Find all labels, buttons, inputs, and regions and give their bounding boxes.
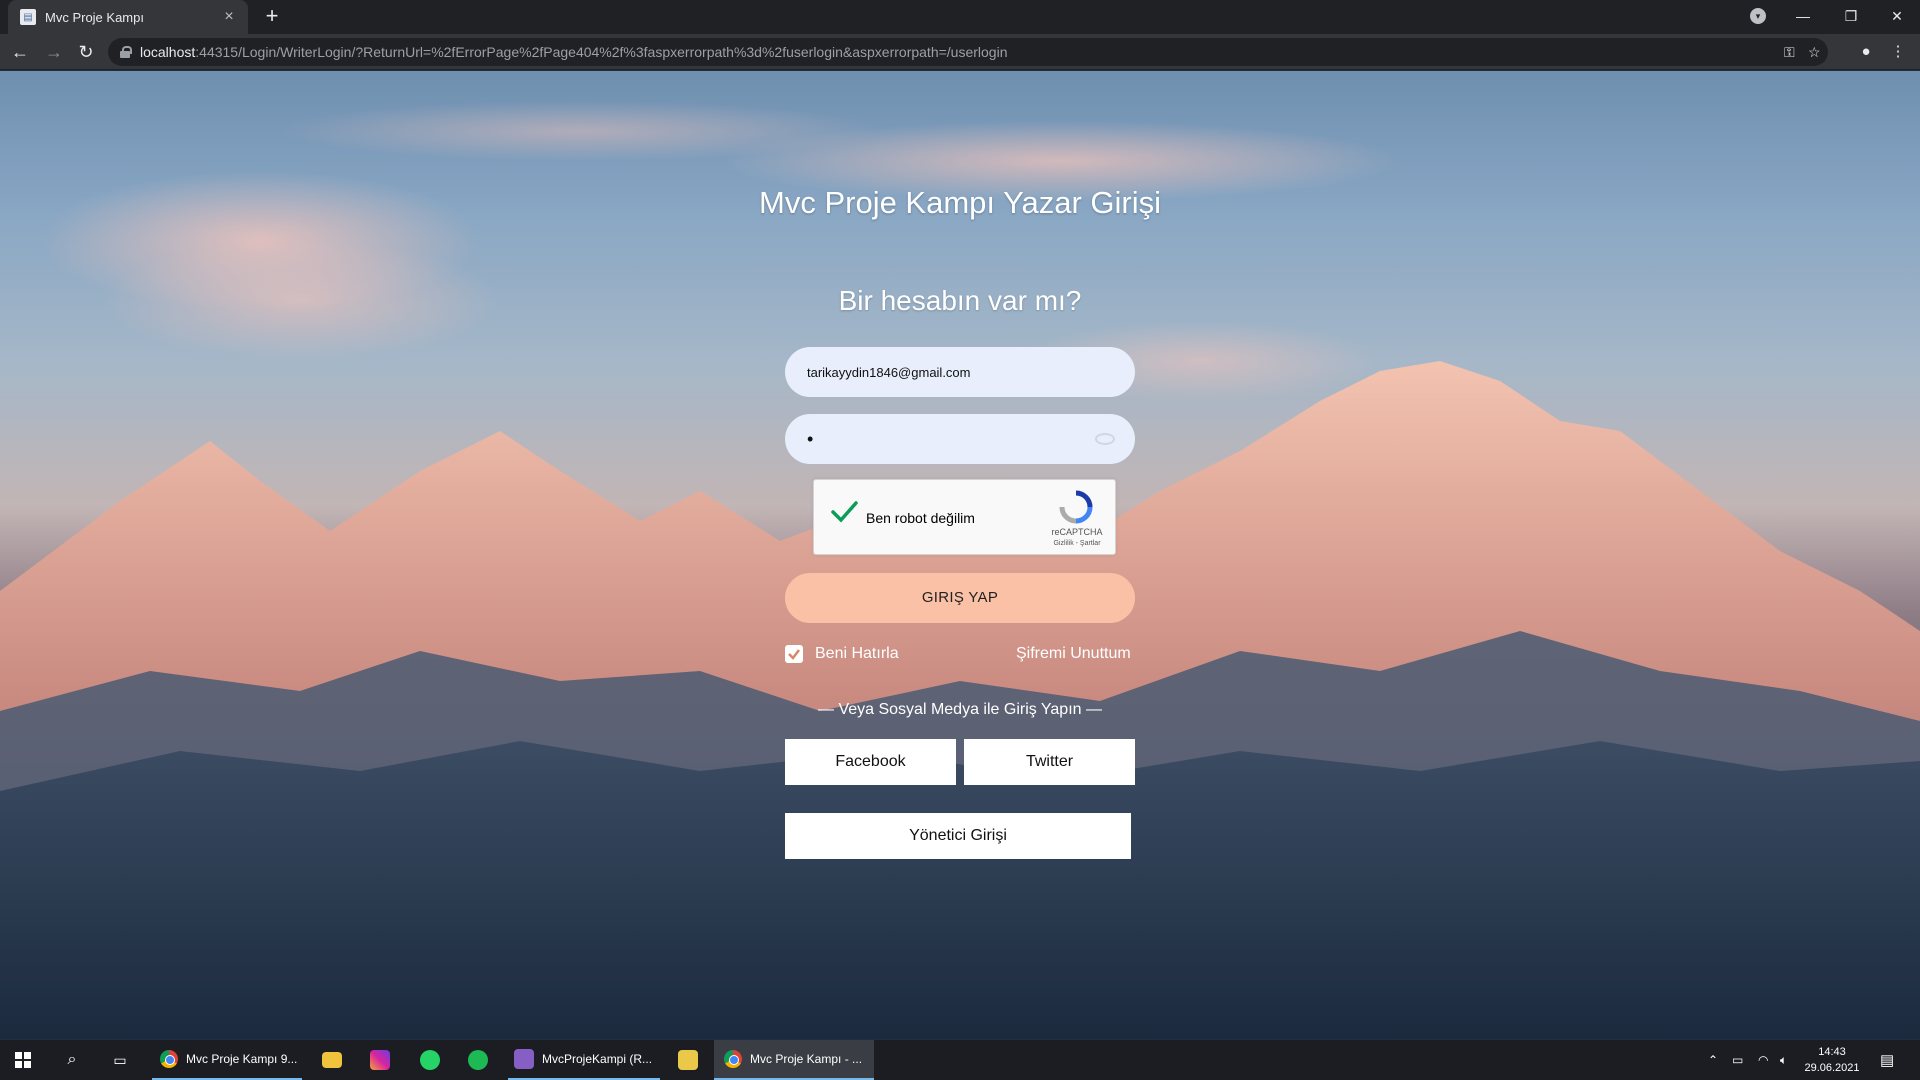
instagram-icon[interactable] <box>368 1040 392 1080</box>
password-field[interactable]: • <box>785 414 1135 464</box>
taskbar-clock[interactable]: 14:43 29.06.2021 <box>1796 1044 1868 1076</box>
remember-me-label: Beni Hatırla <box>815 645 899 662</box>
recaptcha-label: Ben robot değilim <box>866 510 975 526</box>
twitter-login-button[interactable]: Twitter <box>964 739 1135 785</box>
tray-chevron-icon[interactable]: ⌃ <box>1708 1040 1718 1080</box>
tab-title: Mvc Proje Kampı <box>45 9 144 25</box>
search-icon[interactable]: ⌕ <box>60 1040 84 1080</box>
key-icon[interactable]: ⚿ <box>1784 44 1795 61</box>
forward-icon[interactable]: → <box>42 40 66 64</box>
remember-me-checkbox[interactable] <box>785 645 803 663</box>
login-page: Mvc Proje Kampı Yazar Girişi Bir hesabın… <box>0 71 1920 1039</box>
profile-icon[interactable]: ● <box>1854 40 1878 64</box>
clock-date: 29.06.2021 <box>1804 1062 1860 1074</box>
battery-icon[interactable]: ▭ <box>1732 1040 1743 1080</box>
file-explorer-icon[interactable] <box>320 1040 344 1080</box>
social-login-divider: — Veya Sosyal Medya ile Giriş Yapın — <box>818 701 1102 718</box>
lock-icon <box>120 46 132 58</box>
browser-toolbar: ← → ↻ localhost:44315/Login/WriterLogin/… <box>0 34 1920 70</box>
password-value: • <box>807 429 814 449</box>
recaptcha-logo-icon <box>1059 490 1093 524</box>
taskbar-item-chrome-2[interactable]: Mvc Proje Kampı - ... <box>714 1040 874 1080</box>
taskbar-item-visual-studio[interactable]: MvcProjeKampi (R... <box>508 1040 660 1080</box>
recaptcha-brand: reCAPTCHA <box>1051 527 1103 537</box>
taskbar-item-label: Mvc Proje Kampı - ... <box>750 1052 863 1066</box>
volume-icon[interactable]: 🔈︎ <box>1780 1040 1787 1080</box>
wifi-icon[interactable]: ◠ <box>1758 1040 1768 1080</box>
show-password-eye-icon[interactable] <box>1095 433 1115 445</box>
tab-close-icon[interactable]: × <box>220 8 238 26</box>
windows-start-icon[interactable] <box>10 1040 36 1080</box>
recaptcha-widget[interactable]: Ben robot değilim reCAPTCHA Gizlilik - Ş… <box>813 479 1116 555</box>
email-value: tarikayydin1846@gmail.com <box>807 364 971 380</box>
app-icon[interactable] <box>676 1040 700 1080</box>
email-field[interactable]: tarikayydin1846@gmail.com <box>785 347 1135 397</box>
facebook-login-button[interactable]: Facebook <box>785 739 956 785</box>
taskbar-item-chrome-1[interactable]: Mvc Proje Kampı 9... <box>152 1040 302 1080</box>
minimize-icon[interactable]: — <box>1780 0 1826 34</box>
back-icon[interactable]: ← <box>8 40 32 64</box>
chrome-icon <box>160 1050 178 1068</box>
window-close-icon[interactable]: ✕ <box>1874 0 1920 34</box>
new-tab-icon[interactable]: + <box>260 5 284 29</box>
notification-center-icon[interactable]: ▤ <box>1880 1040 1894 1080</box>
admin-login-button[interactable]: Yönetici Girişi <box>785 813 1131 859</box>
visual-studio-icon <box>514 1049 534 1069</box>
restore-icon[interactable]: ❐ <box>1828 0 1874 34</box>
checkmark-icon[interactable] <box>830 498 858 526</box>
address-bar[interactable]: localhost:44315/Login/WriterLogin/?Retur… <box>108 38 1828 66</box>
windows-taskbar: ⌕ ▭ Mvc Proje Kampı 9... MvcProjeKampi (… <box>0 1040 1920 1080</box>
reload-icon[interactable]: ↻ <box>74 40 98 64</box>
task-view-icon[interactable]: ▭ <box>108 1040 132 1080</box>
clock-time: 14:43 <box>1818 1046 1846 1058</box>
chrome-icon <box>724 1050 742 1068</box>
login-button[interactable]: GIRIŞ YAP <box>785 573 1135 623</box>
page-favicon-icon: ▤ <box>20 9 36 25</box>
whatsapp-icon[interactable] <box>418 1040 442 1080</box>
page-subtitle: Bir hesabın var mı? <box>838 285 1082 316</box>
spotify-icon[interactable] <box>466 1040 490 1080</box>
browser-tab-strip: ▤ Mvc Proje Kampı × + ▾ — ❐ ✕ <box>0 0 1920 34</box>
url-path: :44315/Login/WriterLogin/?ReturnUrl=%2fE… <box>195 44 1008 60</box>
browser-tab[interactable]: ▤ Mvc Proje Kampı × <box>8 0 248 34</box>
menu-icon[interactable]: ⋮ <box>1886 40 1910 64</box>
remember-me[interactable]: Beni Hatırla <box>785 645 899 663</box>
taskbar-item-label: MvcProjeKampi (R... <box>542 1052 653 1066</box>
forgot-password-link[interactable]: Şifremi Unuttum <box>1016 645 1131 663</box>
url-host: localhost <box>140 44 196 60</box>
page-title: Mvc Proje Kampı Yazar Girişi <box>759 185 1161 220</box>
taskbar-item-label: Mvc Proje Kampı 9... <box>186 1052 298 1066</box>
checkbox-check-icon <box>788 649 800 660</box>
tab-search-icon[interactable]: ▾ <box>1750 8 1766 24</box>
recaptcha-terms-link[interactable]: Gizlilik - Şartlar <box>1042 540 1112 547</box>
bookmark-star-icon[interactable]: ☆ <box>1808 44 1821 61</box>
